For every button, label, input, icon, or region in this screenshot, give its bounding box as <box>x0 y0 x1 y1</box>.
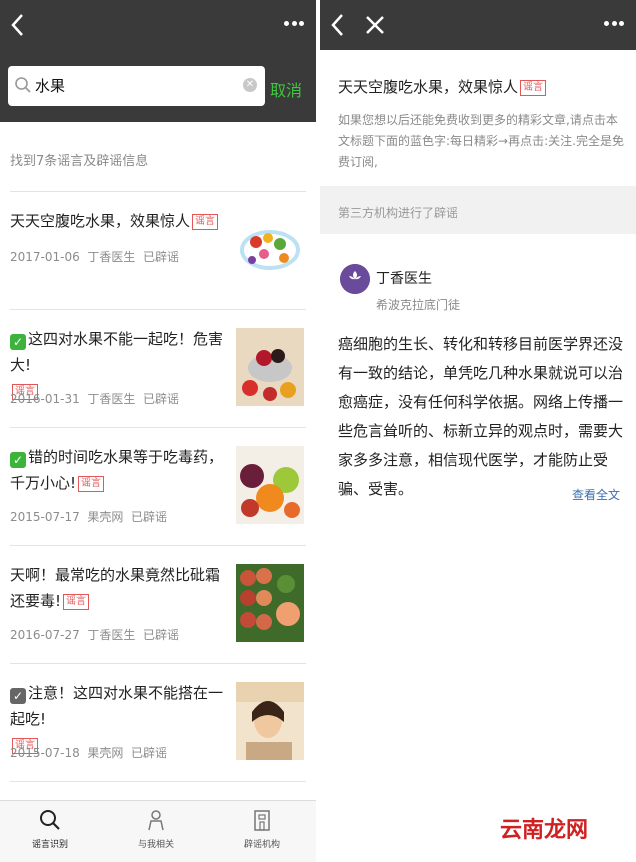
item-meta: 2016-07-27 丁香医生 已辟谣 <box>10 628 180 642</box>
check-icon: ✓ <box>10 452 26 468</box>
read-full-article-link[interactable]: 查看全文 <box>572 486 620 503</box>
item-title: 天啊！最常吃的水果竟然比砒霜还要毒! 谣言 <box>10 566 221 610</box>
tab-rumor-identify[interactable]: 谣言识别 <box>10 809 90 850</box>
tab-debunk-orgs[interactable]: 辟谣机构 <box>222 809 302 850</box>
top-bar <box>0 0 316 50</box>
org-subtitle: 希波克拉底门徒 <box>376 298 461 312</box>
check-icon: ✓ <box>10 334 26 350</box>
divider <box>10 781 306 782</box>
item-meta: 2015-07-17 果壳网 已辟谣 <box>10 510 168 524</box>
result-count: 找到7条谣言及辟谣信息 <box>10 154 149 169</box>
woman-photo-image <box>236 682 304 760</box>
divider <box>10 427 306 428</box>
peaches-image <box>236 564 304 642</box>
watermark-logo: 云南龙网 <box>500 818 589 843</box>
divider <box>10 545 306 546</box>
search-icon <box>15 77 31 93</box>
divider <box>10 191 306 192</box>
item-meta: 2015-07-18 果壳网 已辟谣 <box>10 746 168 760</box>
search-query: 水果 <box>35 77 66 95</box>
clear-icon[interactable]: ✕ <box>243 78 257 92</box>
rumor-search-screen: 水果 ✕ 取消 找到7条谣言及辟谣信息 天天空腹吃水果，效果惊人 谣言 2017-… <box>0 0 316 862</box>
article-detail-screen: 天天空腹吃水果，效果惊人 谣言 如果您想以后还能免费收到更多的精彩文章,请点击本文… <box>320 0 636 862</box>
close-icon[interactable] <box>364 13 386 37</box>
fruit-splash-image <box>236 210 304 288</box>
search-icon <box>40 810 60 830</box>
cancel-button[interactable]: 取消 <box>270 77 302 101</box>
divider <box>10 309 306 310</box>
search-bar: 水果 ✕ 取消 <box>0 50 316 122</box>
divider <box>10 663 306 664</box>
back-arrow-icon[interactable] <box>328 12 348 38</box>
search-input[interactable]: 水果 ✕ <box>8 66 265 106</box>
item-title: 天天空腹吃水果，效果惊人 谣言 <box>10 208 228 234</box>
item-meta: 2016-01-31 丁香医生 已辟谣 <box>10 392 180 406</box>
tab-related-to-me[interactable]: 与我相关 <box>116 809 196 850</box>
more-options-icon[interactable] <box>284 16 304 30</box>
back-arrow-icon[interactable] <box>8 12 28 38</box>
article-body: 癌细胞的生长、转化和转移目前医学界还没有一致的结论，单凭吃几种水果就说可以治愈癌… <box>338 335 624 498</box>
org-name[interactable]: 丁香医生 <box>376 268 432 288</box>
fruits-image <box>236 446 304 524</box>
top-bar <box>320 0 636 50</box>
building-icon <box>254 810 270 831</box>
fruit-bowl-image <box>236 328 304 406</box>
article-title: 天天空腹吃水果，效果惊人 谣言 <box>338 76 547 97</box>
more-options-icon[interactable] <box>604 16 624 30</box>
section-header: 第三方机构进行了辟谣 <box>320 186 636 234</box>
rumor-tag: 谣言 <box>192 214 219 230</box>
rumor-tag: 谣言 <box>520 80 547 96</box>
org-avatar[interactable] <box>340 264 370 294</box>
article-description: 如果您想以后还能免费收到更多的精彩文章,请点击本文标题下面的蓝色字:每日精彩→再… <box>338 113 624 169</box>
rumor-tag: 谣言 <box>78 476 105 492</box>
check-icon: ✓ <box>10 688 26 704</box>
item-title: ✓ 错的时间吃水果等于吃毒药，千万小心! 谣言 <box>10 448 224 492</box>
bottom-tab-bar: 谣言识别 与我相关 辟谣机构 <box>0 800 316 862</box>
person-icon <box>148 810 164 831</box>
rumor-tag: 谣言 <box>63 594 90 610</box>
item-meta: 2017-01-06 丁香医生 已辟谣 <box>10 250 180 264</box>
